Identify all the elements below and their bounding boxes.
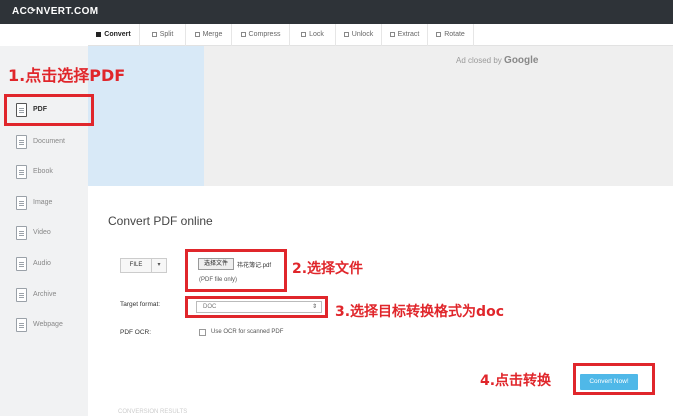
tool-tabs: Convert Split Merge Compress Lock Unlock…: [88, 24, 673, 46]
highlight-convert-button: [573, 363, 655, 395]
highlight-target-format: [185, 296, 328, 318]
checkbox-icon: [240, 32, 246, 37]
file-source-dropdown[interactable]: ▾: [151, 258, 167, 273]
google-logo: Google: [504, 55, 539, 66]
step3-annotation: 3.选择目标转换格式为doc: [335, 304, 504, 320]
site-logo[interactable]: AC⟳NVERT.COM: [12, 6, 99, 17]
ad-panel: [204, 46, 673, 186]
target-format-label: Target format:: [120, 301, 161, 308]
checkbox-icon: [194, 32, 200, 37]
ocr-option-label[interactable]: Use OCR for scanned PDF: [211, 329, 283, 335]
ad-closed-notice: Ad closed by Google: [456, 55, 539, 66]
step4-annotation: 4.点击转换: [480, 373, 552, 389]
conversion-results-heading: CONVERSION RESULTS: [118, 409, 188, 415]
tab-convert[interactable]: Convert: [88, 24, 140, 46]
sidebar-item-document[interactable]: Document: [0, 133, 88, 155]
sidebar-item-archive[interactable]: Archive: [0, 286, 88, 308]
sidebar-item-ebook[interactable]: Ebook: [0, 163, 88, 185]
tab-extract[interactable]: Extract: [382, 24, 428, 46]
ebook-icon: [16, 165, 27, 179]
tab-split[interactable]: Split: [140, 24, 186, 46]
step2-annotation: 2.选择文件: [292, 261, 364, 277]
tab-lock[interactable]: Lock: [290, 24, 336, 46]
video-icon: [16, 226, 27, 240]
tab-compress[interactable]: Compress: [232, 24, 290, 46]
checkbox-icon: [151, 32, 157, 37]
tab-rotate[interactable]: Rotate: [428, 24, 474, 46]
checkbox-icon: [436, 32, 442, 37]
audio-icon: [16, 257, 27, 271]
checkbox-icon: [301, 32, 307, 37]
ocr-checkbox[interactable]: [199, 329, 206, 336]
image-icon: [16, 196, 27, 210]
archive-icon: [16, 288, 27, 302]
sidebar-item-image[interactable]: Image: [0, 194, 88, 216]
sidebar-item-audio[interactable]: Audio: [0, 255, 88, 277]
checkbox-icon: [96, 32, 102, 37]
checkbox-icon: [389, 32, 395, 37]
page-title: Convert PDF online: [108, 214, 213, 228]
top-navbar: AC⟳NVERT.COM: [0, 0, 673, 24]
checkbox-icon: [343, 32, 349, 37]
pdf-ocr-label: PDF OCR:: [120, 329, 152, 336]
document-icon: [16, 135, 27, 149]
highlight-pdf-item: [4, 94, 94, 126]
tab-unlock[interactable]: Unlock: [336, 24, 382, 46]
tab-merge[interactable]: Merge: [186, 24, 232, 46]
file-source-button[interactable]: FILE: [120, 258, 152, 273]
highlight-file-chooser: [185, 249, 287, 292]
step1-annotation: 1.点击选择PDF: [8, 66, 126, 85]
sidebar-item-webpage[interactable]: Webpage: [0, 316, 88, 338]
webpage-icon: [16, 318, 27, 332]
sidebar-item-video[interactable]: Video: [0, 224, 88, 246]
